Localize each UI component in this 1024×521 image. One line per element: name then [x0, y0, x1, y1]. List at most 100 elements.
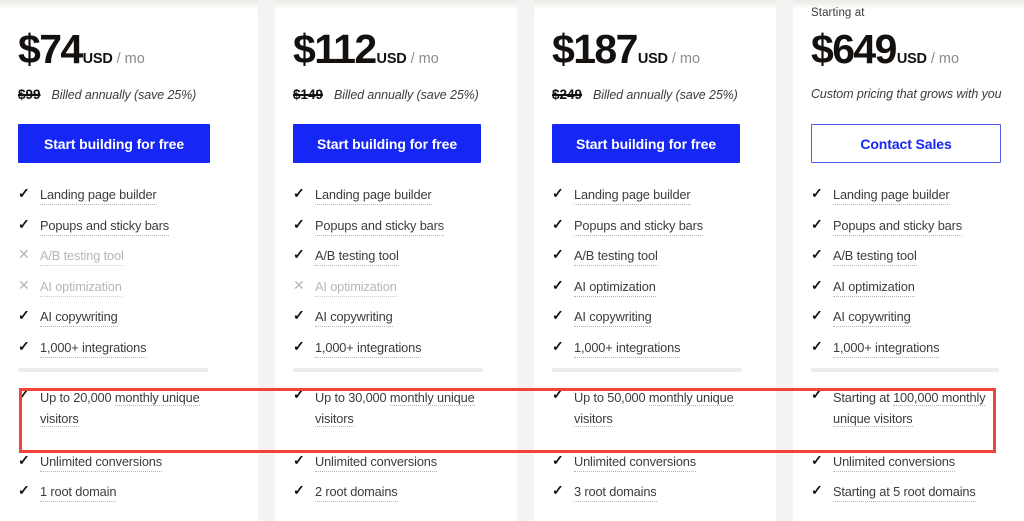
feature-item: ✓ Unlimited conversions [811, 452, 1008, 472]
feature-item: ✓ 1,000+ integrations [811, 338, 1008, 358]
feature-item: ✓ AI copywriting [552, 307, 760, 327]
cross-icon: ✕ [18, 246, 30, 262]
price-period-3: / mo [671, 51, 701, 67]
feature-item: ✓ Unlimited conversions [293, 452, 501, 472]
highlight-feature-prefix: Up to 20,000 [40, 390, 115, 405]
bottom-feature-list-4: ✓ Unlimited conversions ✓ Starting at 5 ro… [811, 452, 1008, 502]
feature-item: ✕ AI optimization [18, 277, 242, 297]
pricing-column-4: Starting at $649 USD / mo Custom pricing… [793, 0, 1024, 521]
old-price-1: $99 [18, 87, 41, 102]
check-icon: ✓ [552, 451, 564, 468]
price-currency-3: USD [637, 51, 668, 67]
price-amount-4: $649 [811, 26, 897, 72]
check-icon: ✓ [18, 185, 30, 201]
feature-label: Unlimited conversions [40, 452, 162, 472]
feature-label: AI optimization [833, 277, 915, 297]
feature-label: 1,000+ integrations [833, 338, 940, 358]
price-period-2: / mo [410, 51, 439, 67]
check-icon: ✓ [811, 451, 823, 468]
price-currency-1: USD [82, 51, 113, 67]
feature-item: ✓ Landing page builder [811, 185, 1008, 205]
billing-note-1: Billed annually (save 25%) [51, 88, 197, 102]
feature-list-1: ✓ Landing page builder ✓ Popups and sticky… [18, 185, 242, 358]
feature-label: Landing page builder [833, 185, 950, 205]
check-icon: ✓ [18, 386, 30, 402]
check-icon: ✓ [811, 215, 823, 232]
feature-label: Starting at 5 root domains [833, 482, 976, 502]
feature-list-2: ✓ Landing page builder ✓ Popups and sticky… [293, 185, 501, 358]
feature-item: ✓ AI optimization [552, 277, 760, 297]
feature-label: AI optimization [315, 277, 397, 297]
check-icon: ✓ [811, 307, 823, 323]
check-icon: ✓ [811, 276, 823, 293]
price-currency-2: USD [376, 51, 407, 67]
billing-row-3: $249 Billed annually (save 25%) [552, 87, 760, 103]
pricing-table: $74 USD / mo $99 Billed annually (save 2… [0, 0, 1024, 521]
cross-icon: ✕ [293, 276, 305, 293]
feature-item: ✓ 1,000+ integrations [552, 338, 760, 358]
feature-item: ✓ Landing page builder [293, 185, 501, 205]
billing-note-2: Billed annually (save 25%) [334, 88, 479, 102]
feature-item: ✓ AI copywriting [811, 307, 1008, 327]
highlight-feature-prefix: Up to 50,000 [574, 390, 649, 405]
check-icon: ✓ [811, 337, 823, 354]
feature-label: Landing page builder [315, 185, 432, 205]
check-icon: ✓ [552, 307, 564, 323]
cta-button-3[interactable]: Start building for free [552, 124, 740, 163]
feature-item: ✓ Popups and sticky bars [811, 216, 1008, 236]
check-icon: ✓ [811, 482, 823, 498]
price-amount-3: $187 [552, 26, 638, 72]
bottom-feature-list-2: ✓ Unlimited conversions ✓ 2 root domains [293, 452, 501, 502]
feature-label: A/B testing tool [833, 246, 917, 266]
check-icon: ✓ [18, 482, 30, 498]
highlight-feature-item-3: ✓ Up to 50,000 monthly unique visitors [552, 386, 760, 428]
price-period-4: / mo [930, 51, 960, 67]
bottom-feature-list-1: ✓ Unlimited conversions ✓ 1 root domain [18, 452, 242, 502]
highlight-feature-emphasis: monthly unique [114, 390, 200, 406]
cta-button-1[interactable]: Start building for free [18, 124, 210, 163]
feature-label: AI copywriting [574, 307, 652, 327]
check-icon: ✓ [18, 337, 30, 354]
check-icon: ✓ [18, 307, 30, 323]
cta-button-4[interactable]: Contact Sales [811, 124, 1001, 163]
feature-label: Unlimited conversions [574, 452, 696, 472]
starting-at-label-4: Starting at [811, 7, 865, 19]
pricing-column-1: $74 USD / mo $99 Billed annually (save 2… [0, 0, 258, 521]
bottom-feature-list-3: ✓ Unlimited conversions ✓ 3 root domains [552, 451, 760, 502]
check-icon: ✓ [293, 337, 305, 354]
feature-label: AI optimization [574, 277, 656, 297]
feature-item: ✓ 3 root domains [552, 482, 760, 502]
check-icon: ✓ [293, 307, 305, 323]
check-icon: ✓ [811, 246, 823, 262]
cta-button-2[interactable]: Start building for free [293, 124, 481, 163]
billing-row-2: $149 Billed annually (save 25%) [293, 87, 501, 103]
highlight-feature-emphasis: monthly unique [648, 390, 734, 406]
cross-icon: ✕ [18, 276, 30, 293]
feature-label: 1 root domain [40, 482, 116, 502]
check-icon: ✓ [552, 386, 564, 402]
check-icon: ✓ [293, 386, 305, 402]
highlight-feature-item-4: ✓ Starting at 100,000 monthly unique visit… [811, 386, 1008, 428]
feature-item: ✕ A/B testing tool [18, 246, 242, 266]
feature-item: ✓ A/B testing tool [811, 246, 1008, 266]
feature-item: ✓ Landing page builder [552, 185, 760, 205]
check-icon: ✓ [293, 246, 305, 262]
billing-note-4: Custom pricing that grows with you [811, 87, 1002, 101]
check-icon: ✓ [552, 276, 564, 293]
feature-label: AI copywriting [833, 307, 911, 327]
check-icon: ✓ [552, 246, 564, 262]
feature-item: ✓ AI copywriting [18, 307, 242, 327]
feature-item: ✓ Starting at 5 root domains [811, 482, 1008, 502]
feature-item: ✓ A/B testing tool [293, 246, 501, 266]
check-icon: ✓ [552, 215, 564, 232]
check-icon: ✓ [552, 337, 564, 354]
feature-list-3: ✓ Landing page builder ✓ Popups and sticky… [552, 185, 760, 358]
column-gutter [517, 0, 534, 521]
pricing-column-2: $112 USD / mo $149 Billed annually (save… [275, 0, 517, 521]
price-currency-4: USD [896, 51, 927, 67]
feature-item: ✓ Popups and sticky bars [293, 216, 501, 236]
check-icon: ✓ [293, 215, 305, 232]
feature-label: A/B testing tool [40, 246, 124, 266]
feature-label: Landing page builder [574, 185, 691, 205]
feature-item: ✓ Unlimited conversions [18, 452, 242, 472]
